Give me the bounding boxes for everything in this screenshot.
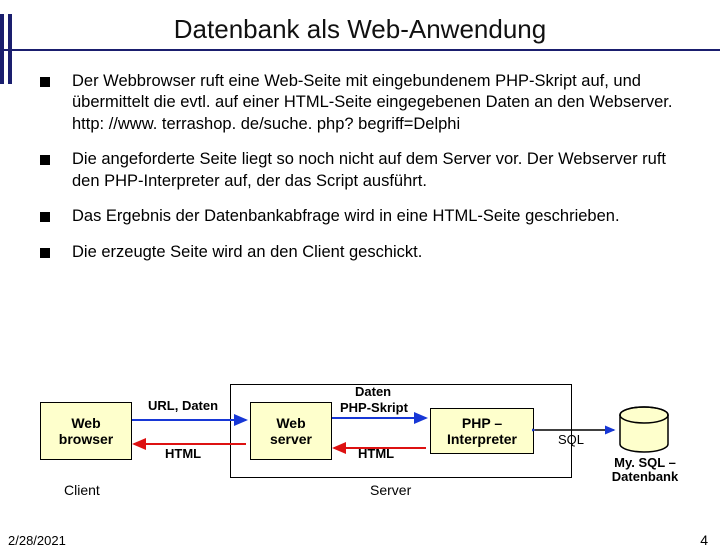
bullet-text: Die angeforderte Seite liegt so noch nic… xyxy=(72,149,680,192)
label-html: HTML xyxy=(165,446,201,461)
list-item: Die angeforderte Seite liegt so noch nic… xyxy=(40,149,680,192)
caption-server: Server xyxy=(370,482,411,498)
bullet-icon xyxy=(40,155,50,165)
label-html2: HTML xyxy=(358,446,394,461)
list-item: Der Webbrowser ruft eine Web-Seite mit e… xyxy=(40,71,680,135)
footer-page-number: 4 xyxy=(700,532,708,548)
box-web-browser: Web browser xyxy=(40,402,132,460)
bullet-icon xyxy=(40,248,50,258)
bullet-icon xyxy=(40,212,50,222)
label-url-daten: URL, Daten xyxy=(148,398,218,413)
footer-date: 2/28/2021 xyxy=(8,533,66,548)
bullet-text: Die erzeugte Seite wird an den Client ge… xyxy=(72,242,680,263)
slide-edge-decoration xyxy=(0,14,14,84)
label-db: My. SQL – Datenbank xyxy=(600,456,690,485)
label-php-skript: PHP-Skript xyxy=(340,400,408,415)
architecture-diagram: Web browser Web server PHP – Interpreter… xyxy=(40,384,680,514)
label-sql: SQL xyxy=(558,432,584,447)
bullet-icon xyxy=(40,77,50,87)
label-daten: Daten xyxy=(355,384,391,399)
box-web-server: Web server xyxy=(250,402,332,460)
box-php-interpreter: PHP – Interpreter xyxy=(430,408,534,454)
bullet-text: Der Webbrowser ruft eine Web-Seite mit e… xyxy=(72,71,680,135)
bullet-list: Der Webbrowser ruft eine Web-Seite mit e… xyxy=(0,51,720,263)
bullet-text: Das Ergebnis der Datenbankabfrage wird i… xyxy=(72,206,680,227)
db-cylinder-icon xyxy=(616,406,672,461)
caption-client: Client xyxy=(64,482,100,498)
list-item: Die erzeugte Seite wird an den Client ge… xyxy=(40,242,680,263)
slide-title: Datenbank als Web-Anwendung xyxy=(0,14,720,45)
list-item: Das Ergebnis der Datenbankabfrage wird i… xyxy=(40,206,680,227)
